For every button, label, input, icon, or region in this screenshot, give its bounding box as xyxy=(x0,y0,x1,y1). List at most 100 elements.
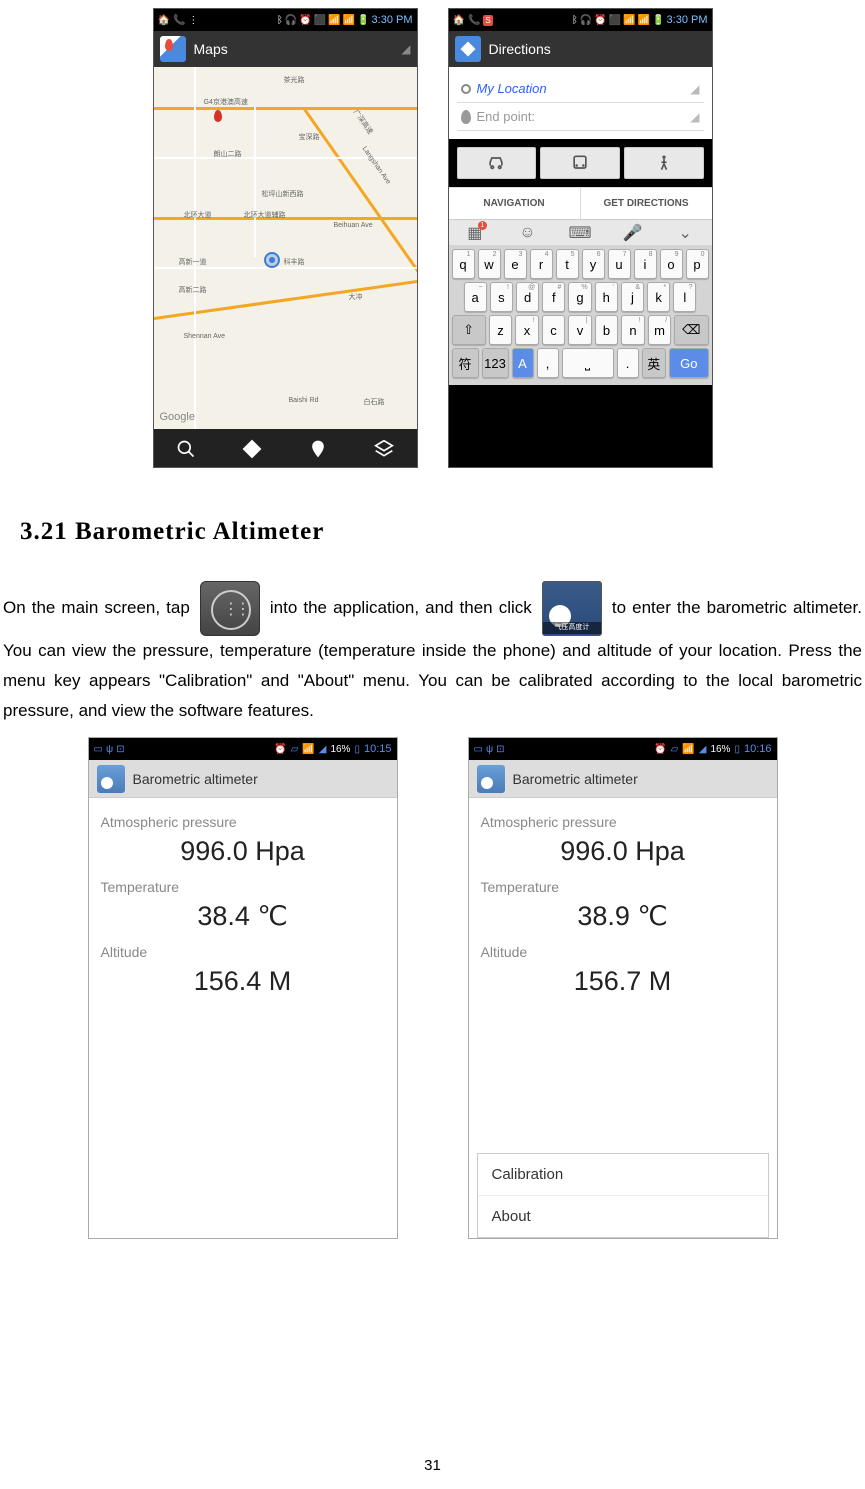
key-o[interactable]: o9 xyxy=(660,249,683,279)
road-label: 宝深路 xyxy=(299,132,320,142)
barometer-readings: Atmospheric pressure 996.0 Hpa Temperatu… xyxy=(469,798,777,1019)
key-s[interactable]: s! xyxy=(490,282,513,312)
road-label: 北环大道辅路 xyxy=(244,210,286,220)
places-button[interactable] xyxy=(298,435,338,463)
start-dot-icon xyxy=(461,84,471,94)
key-z[interactable]: z xyxy=(489,315,513,345)
app-header: Barometric altimeter xyxy=(469,760,777,798)
comma-key[interactable]: , xyxy=(537,348,559,378)
current-location-dot xyxy=(264,252,280,268)
battery-icon: ▯ xyxy=(734,744,740,755)
mic-icon[interactable]: 🎤 xyxy=(624,224,642,242)
lang-key[interactable]: A xyxy=(512,348,534,378)
road-label: 科丰路 xyxy=(284,257,305,267)
start-location-row[interactable]: My Location ◢ xyxy=(457,75,704,103)
battery-icon: 🔋 xyxy=(652,15,664,26)
about-menu-item[interactable]: About xyxy=(478,1196,768,1237)
phone-directions-screenshot: 🏠 📞 S ᛒ 🎧 ⏰ ⬛ 📶 📶 🔋 3:30 PM xyxy=(448,8,713,468)
search-button[interactable] xyxy=(166,435,206,463)
temperature-value: 38.9 ℃ xyxy=(481,901,765,932)
key-q[interactable]: q1 xyxy=(452,249,475,279)
period-key[interactable]: . xyxy=(617,348,639,378)
directions-app-icon[interactable] xyxy=(455,36,481,62)
key-t[interactable]: t5 xyxy=(556,249,579,279)
key-g[interactable]: g% xyxy=(568,282,591,312)
map-canvas[interactable]: 茶光路 宝深路 朗山二路 松坪山新西路 北环大道 北环大道辅路 Beihuan … xyxy=(154,67,417,429)
bottom-screenshot-row: ▭ ψ ⊡ ⏰ ▱ 📶 ◢ 16% ▯ 10:15 Barometric alt… xyxy=(0,737,865,1239)
key-b[interactable]: b xyxy=(595,315,619,345)
space-key[interactable]: ⎵ xyxy=(562,348,614,378)
signal-icon-2: ◢ xyxy=(319,744,327,755)
barometric-app-icon: 气压高度计 xyxy=(542,581,602,636)
dropdown-icon[interactable]: ◢ xyxy=(690,82,699,96)
key-p[interactable]: p0 xyxy=(686,249,709,279)
dropdown-icon[interactable]: ◢ xyxy=(690,110,699,124)
ime-key[interactable]: 英 xyxy=(642,348,667,378)
map-pin xyxy=(214,110,222,122)
key-i[interactable]: i8 xyxy=(634,249,657,279)
number-key[interactable]: 123 xyxy=(482,348,509,378)
status-time: 3:30 PM xyxy=(667,14,708,26)
signal-icon: ▱ xyxy=(671,744,679,755)
direction-inputs: My Location ◢ End point: ◢ xyxy=(449,67,712,139)
signal-icon-2: ◢ xyxy=(699,744,707,755)
key-a[interactable]: a~ xyxy=(464,282,487,312)
key-x[interactable]: x! xyxy=(515,315,539,345)
key-v[interactable]: v| xyxy=(568,315,592,345)
go-key[interactable]: Go xyxy=(669,348,709,378)
layers-button[interactable] xyxy=(364,435,404,463)
emoji-icon[interactable]: ☺ xyxy=(518,224,536,242)
road-label: Langshan Ave xyxy=(360,145,391,185)
key-f[interactable]: f# xyxy=(542,282,565,312)
chevron-down-icon[interactable]: ⌄ xyxy=(676,224,694,242)
para-text-1: On the main screen, tap xyxy=(3,598,190,617)
top-screenshot-row: 🏠 📞 ⋮ ᛒ 🎧 ⏰ ⬛ 📶 📶 🔋 3:30 PM xyxy=(0,0,865,468)
road xyxy=(194,67,196,429)
altitude-label: Altitude xyxy=(101,944,385,960)
pressure-value: 996.0 Hpa xyxy=(101,836,385,867)
key-m[interactable]: m/ xyxy=(648,315,672,345)
key-h[interactable]: h' xyxy=(595,282,618,312)
key-w[interactable]: w2 xyxy=(478,249,501,279)
pressure-value: 996.0 Hpa xyxy=(481,836,765,867)
get-directions-tab[interactable]: GET DIRECTIONS xyxy=(581,188,712,219)
car-mode-tab[interactable] xyxy=(457,147,537,179)
home-icon: 🏠 xyxy=(453,15,465,26)
key-y[interactable]: y6 xyxy=(582,249,605,279)
keyboard-icon[interactable]: ⌨ xyxy=(571,224,589,242)
backspace-key[interactable]: ⌫ xyxy=(674,315,708,345)
battery-icon: 🔋 xyxy=(357,15,369,26)
keyboard-toolbar: ▦ ☺ ⌨ 🎤 ⌄ xyxy=(449,219,712,245)
road-label: 茶光路 xyxy=(284,75,305,85)
key-n[interactable]: n! xyxy=(621,315,645,345)
travel-mode-tabs xyxy=(457,147,704,179)
section-heading: 3.21 Barometric Altimeter xyxy=(20,518,865,546)
directions-button[interactable] xyxy=(232,435,272,463)
barometer-screenshot-2: ▭ ψ ⊡ ⏰ ▱ 📶 ◢ 16% ▯ 10:16 Barometric alt… xyxy=(468,737,778,1239)
key-k[interactable]: k* xyxy=(647,282,670,312)
road-label: Baishi Rd xyxy=(289,397,319,404)
key-u[interactable]: u7 xyxy=(608,249,631,279)
symbol-key[interactable]: 符 xyxy=(452,348,479,378)
walk-mode-tab[interactable] xyxy=(624,147,704,179)
end-point-text: End point: xyxy=(477,109,685,124)
key-l[interactable]: l? xyxy=(673,282,696,312)
usb-icon: ψ xyxy=(486,744,493,755)
usb-icon: ψ xyxy=(106,744,113,755)
key-r[interactable]: r4 xyxy=(530,249,553,279)
maps-app-icon[interactable] xyxy=(160,36,186,62)
grid-icon[interactable]: ▦ xyxy=(466,224,484,242)
key-c[interactable]: c xyxy=(542,315,566,345)
shift-key[interactable]: ⇧ xyxy=(452,315,486,345)
navigation-tab[interactable]: NAVIGATION xyxy=(449,188,581,219)
transit-mode-tab[interactable] xyxy=(540,147,620,179)
key-d[interactable]: d@ xyxy=(516,282,539,312)
calibration-menu-item[interactable]: Calibration xyxy=(478,1154,768,1196)
road-label: 北环大道 xyxy=(184,210,212,220)
dropdown-icon[interactable]: ◢ xyxy=(401,42,410,56)
my-location-text: My Location xyxy=(477,81,685,96)
page-number: 31 xyxy=(0,1457,865,1474)
end-location-row[interactable]: End point: ◢ xyxy=(457,103,704,131)
key-j[interactable]: j& xyxy=(621,282,644,312)
key-e[interactable]: e3 xyxy=(504,249,527,279)
